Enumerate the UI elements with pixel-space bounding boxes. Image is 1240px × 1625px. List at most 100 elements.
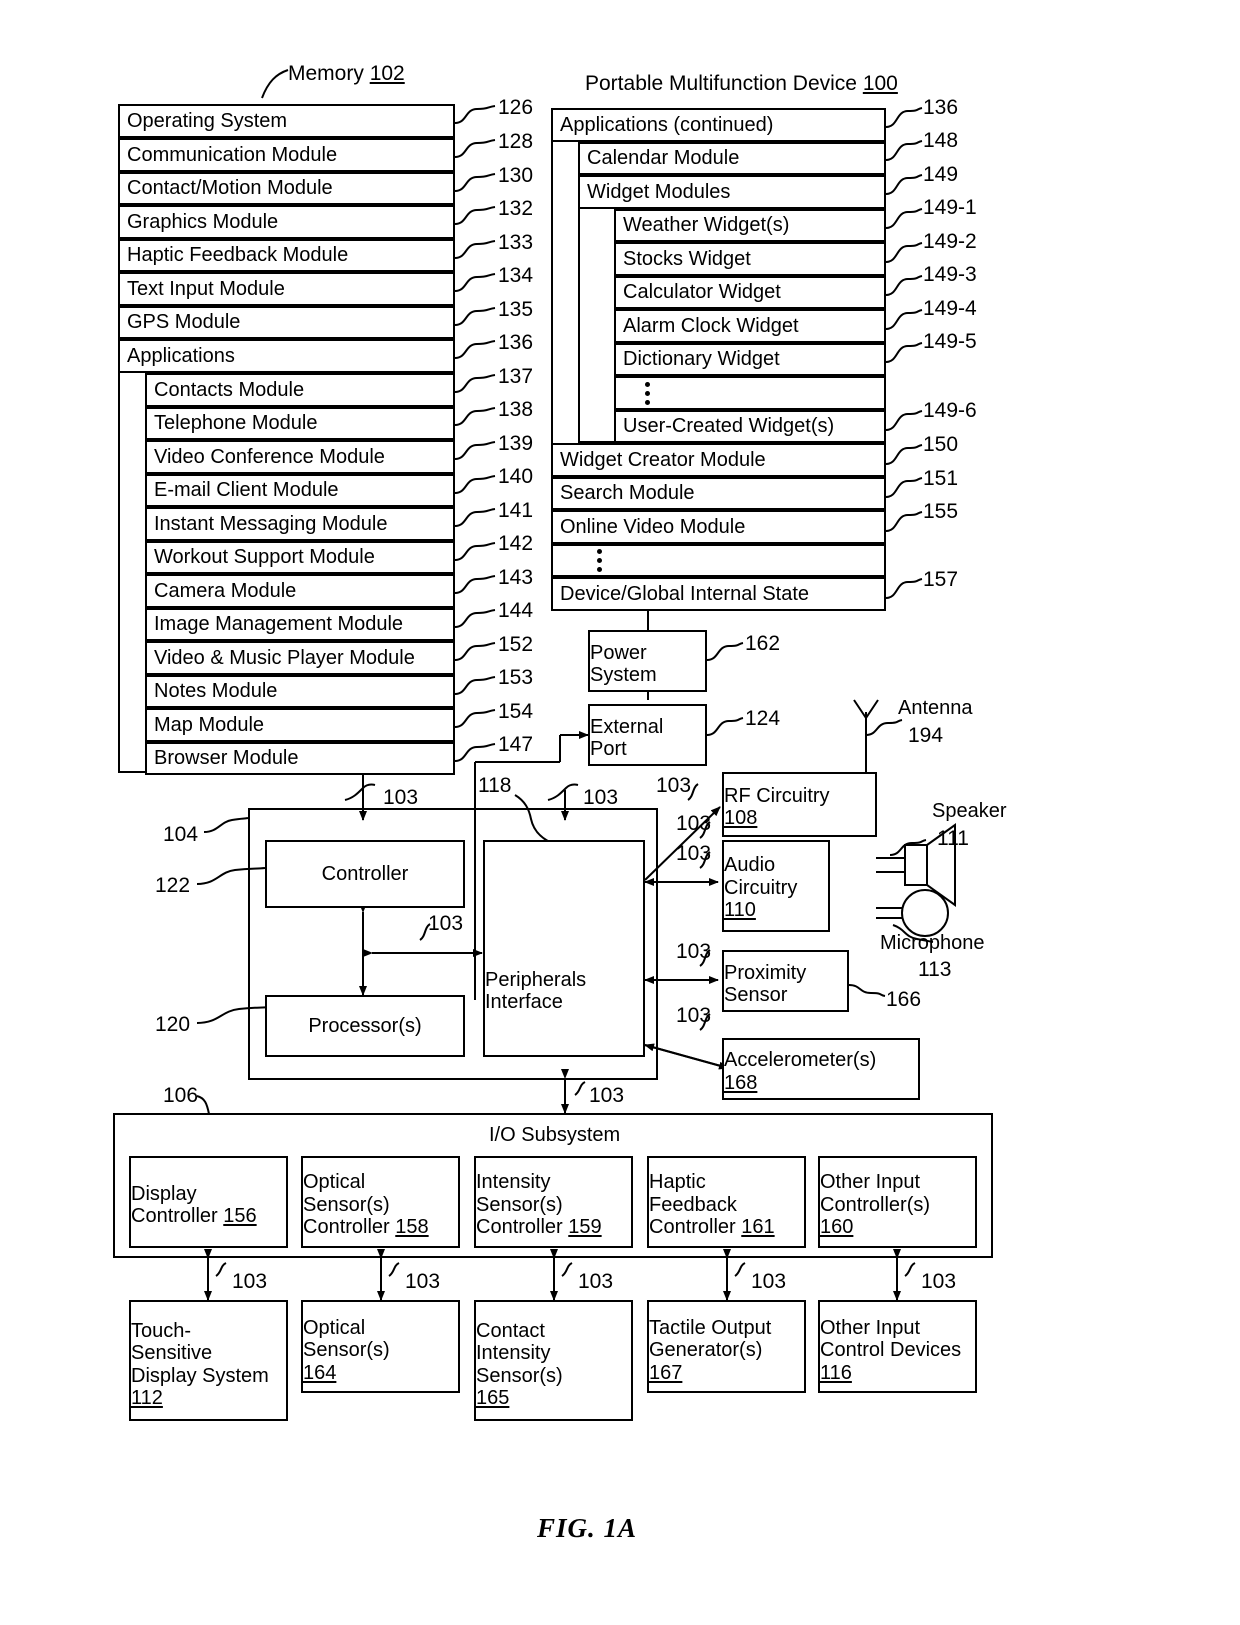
- touch-display-line1: Touch-: [131, 1319, 192, 1342]
- ref-154: 154: [498, 700, 534, 723]
- audio-circuitry-ref: 110: [724, 899, 756, 922]
- row-label: Contacts Module: [154, 378, 305, 401]
- external-port-line1: External: [590, 715, 664, 738]
- optical-sensors-line1: Optical: [303, 1316, 366, 1339]
- memory-row-gps: GPS Module: [118, 306, 455, 339]
- display-controller-line2: Controller 156: [131, 1205, 257, 1227]
- ref-149-1: 149-1: [923, 196, 977, 219]
- app-row-workout-support: Workout Support Module: [145, 541, 455, 574]
- app-row-telephone: Telephone Module: [145, 407, 455, 440]
- antenna-label: Antenna: [898, 697, 973, 719]
- bus-label-peri-io: 103: [589, 1084, 625, 1107]
- row-label: Search Module: [560, 482, 695, 504]
- row-label: Text Input Module: [127, 277, 285, 300]
- ref-113: 113: [918, 958, 952, 981]
- intensity-sensor-controller-line1: Intensity: [476, 1171, 551, 1194]
- device-row-calendar: Calendar Module: [578, 142, 886, 175]
- ref-106: 106: [163, 1084, 199, 1107]
- microphone-label: Microphone: [880, 932, 985, 954]
- intensity-sensor-controller-box: Intensity Sensor(s) Controller 159: [474, 1156, 633, 1248]
- row-label: Camera Module: [154, 579, 297, 602]
- row-label: Video Conference Module: [154, 445, 385, 468]
- bus-label-port-to-rf: 103: [656, 774, 692, 797]
- app-row-instant-messaging: Instant Messaging Module: [145, 507, 455, 541]
- haptic-feedback-controller-line1: Haptic: [649, 1171, 706, 1194]
- ref-132: 132: [498, 197, 534, 220]
- bus-label-peri-prox: 103: [676, 940, 712, 963]
- other-input-controller-ref: 160: [820, 1216, 854, 1239]
- proximity-sensor-line2: Sensor: [724, 984, 788, 1006]
- ref-143: 143: [498, 566, 534, 589]
- ref-149-6: 149-6: [923, 399, 977, 422]
- other-input-devices-line2: Control Devices: [820, 1339, 962, 1362]
- processors-box: Processor(s): [265, 995, 465, 1057]
- ref-126: 126: [498, 96, 534, 119]
- display-controller-line1: Display: [131, 1182, 197, 1205]
- row-label: Device/Global Internal State: [560, 582, 810, 605]
- memory-row-operating-system: Operating System: [118, 104, 455, 138]
- io-subsystem-title: I/O Subsystem: [489, 1124, 621, 1146]
- bus-label-memory-to-core: 103: [383, 786, 419, 809]
- tactile-output-line2: Generator(s): [649, 1339, 763, 1362]
- device-row-widget-creator: Widget Creator Module: [551, 443, 886, 477]
- proximity-sensor-line1: Proximity: [724, 961, 807, 984]
- row-label: Communication Module: [127, 143, 338, 166]
- ref-130: 130: [498, 164, 534, 187]
- row-label: Contact/Motion Module: [127, 177, 333, 199]
- device-row-search: Search Module: [551, 477, 886, 510]
- other-input-controller-box: Other Input Controller(s) 160: [818, 1156, 977, 1248]
- ref-120: 120: [155, 1013, 191, 1036]
- tactile-output-ref: 167: [649, 1361, 683, 1384]
- ref-118: 118: [478, 774, 512, 797]
- other-input-devices-ref: 116: [820, 1361, 852, 1384]
- ref-149-3: 149-3: [923, 263, 977, 286]
- contact-intensity-line3: Sensor(s): [476, 1364, 563, 1387]
- processors-label: Processor(s): [308, 1014, 422, 1037]
- bus-label-peri-accel: 103: [676, 1004, 712, 1027]
- ref-142: 142: [498, 532, 534, 555]
- row-label: Telephone Module: [154, 412, 318, 434]
- ref-137: 137: [498, 365, 534, 388]
- bus-label-io-3: 103: [578, 1270, 614, 1293]
- ref-144: 144: [498, 599, 534, 622]
- power-system-line2: System: [590, 664, 657, 686]
- intensity-sensor-controller-line2: Sensor(s): [476, 1193, 563, 1216]
- proximity-sensor-box: Proximity Sensor: [722, 950, 849, 1012]
- ref-151: 151: [923, 467, 959, 490]
- ref-111: 111: [937, 827, 969, 850]
- ref-149: 149: [923, 163, 959, 186]
- audio-circuitry-line2: Circuitry: [724, 876, 798, 899]
- ref-104: 104: [163, 823, 199, 846]
- rf-circuitry-label: RF Circuitry: [724, 784, 830, 807]
- external-port-box: External Port: [588, 704, 707, 766]
- app-row-image-management: Image Management Module: [145, 608, 455, 641]
- app-row-video-conference: Video Conference Module: [145, 440, 455, 474]
- app-row-map: Map Module: [145, 708, 455, 742]
- row-label: Map Module: [154, 713, 265, 736]
- ref-166: 166: [886, 988, 922, 1011]
- bus-label-io-5: 103: [921, 1270, 957, 1293]
- touch-display-ref: 112: [131, 1386, 163, 1409]
- ref-122: 122: [155, 874, 191, 897]
- bus-label-io-1: 103: [232, 1270, 268, 1293]
- accelerometers-label: Accelerometer(s): [724, 1049, 877, 1072]
- audio-circuitry-box: Audio Circuitry 110: [722, 840, 830, 932]
- row-label: Online Video Module: [560, 515, 746, 538]
- ref-157: 157: [923, 568, 959, 591]
- tactile-output-line1: Tactile Output: [649, 1316, 772, 1339]
- touch-display-line2: Sensitive: [131, 1342, 213, 1365]
- contact-intensity-line1: Contact: [476, 1319, 545, 1342]
- device-row-applications-continued: Applications (continued): [551, 108, 886, 142]
- power-system-line1: Power: [590, 641, 647, 664]
- ref-162: 162: [745, 632, 781, 655]
- bus-label-apps-to-core: 103: [583, 786, 619, 809]
- optical-sensor-controller-box: Optical Sensor(s) Controller 158: [301, 1156, 460, 1248]
- ref-147: 147: [498, 733, 534, 756]
- optical-sensor-controller-line3: Controller 158: [303, 1216, 429, 1239]
- apps-vertical-ellipsis-icon: [592, 546, 606, 575]
- row-label: E-mail Client Module: [154, 479, 339, 501]
- haptic-feedback-controller-line2: Feedback: [649, 1193, 737, 1216]
- ref-138: 138: [498, 398, 534, 421]
- patent-figure-1a: Memory 102 Operating System Communicatio…: [0, 0, 1240, 1625]
- display-controller-box: Display Controller 156: [129, 1156, 288, 1248]
